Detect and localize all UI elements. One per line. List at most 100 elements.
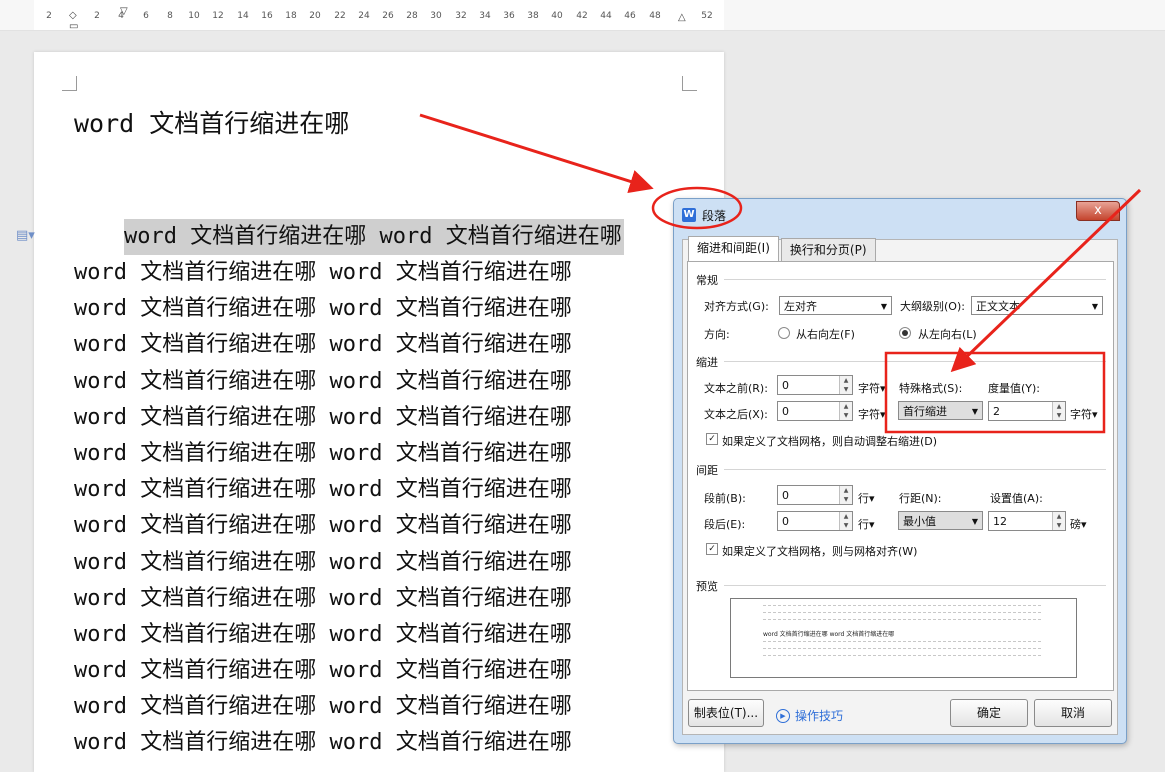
- close-button[interactable]: x: [1076, 201, 1120, 221]
- line-spacing-select[interactable]: 最小值 ▼: [898, 511, 983, 530]
- ruler-tick-label: 8: [167, 11, 173, 21]
- body-text-line[interactable]: word 文档首行缩进在哪 word 文档首行缩进在哪: [74, 364, 572, 400]
- right-indent-marker-icon[interactable]: △: [678, 12, 686, 23]
- body-text-line[interactable]: word 文档首行缩进在哪 word 文档首行缩进在哪: [74, 291, 572, 327]
- spinner-arrows-icon[interactable]: ▲ ▼: [1052, 402, 1065, 420]
- auto-adjust-right-indent-checkbox[interactable]: ✓: [706, 433, 718, 445]
- tab-line-page-breaks[interactable]: 换行和分页(P): [780, 238, 876, 261]
- dialog-tabs: 缩进和间距(I) 换行和分页(P): [688, 236, 878, 261]
- ruler-tick-label: 2: [46, 11, 52, 21]
- body-text-line[interactable]: word 文档首行缩进在哪 word 文档首行缩进在哪: [74, 617, 572, 653]
- ok-button[interactable]: 确定: [950, 699, 1028, 727]
- preview-line: [763, 641, 1041, 644]
- special-format-label: 特殊格式(S):: [899, 382, 963, 395]
- cancel-button[interactable]: 取消: [1034, 699, 1112, 727]
- space-after-unit[interactable]: 行▾: [858, 516, 875, 532]
- ruler-tick-label: 30: [430, 11, 442, 21]
- body-text-line[interactable]: word 文档首行缩进在哪 word 文档首行缩进在哪: [74, 545, 572, 581]
- snap-to-grid-checkbox[interactable]: ✓: [706, 543, 718, 555]
- indent-after-input[interactable]: 0 ▲ ▼: [777, 401, 853, 421]
- ruler-tick-label: 36: [503, 11, 515, 21]
- indent-before-unit[interactable]: 字符▾: [858, 380, 886, 396]
- body-text-line[interactable]: word 文档首行缩进在哪 word 文档首行缩进在哪: [74, 327, 572, 363]
- body-text-line[interactable]: word 文档首行缩进在哪 word 文档首行缩进在哪: [74, 689, 572, 725]
- tab-indent-spacing[interactable]: 缩进和间距(I): [688, 236, 779, 261]
- direction-label: 方向:: [704, 328, 730, 341]
- spinner-arrows-icon[interactable]: ▲ ▼: [1052, 512, 1065, 530]
- ltr-radio[interactable]: [899, 327, 911, 339]
- alignment-value: 左对齐: [784, 300, 817, 313]
- outline-level-label: 大纲级别(O):: [900, 300, 965, 313]
- section-spacing-title: 间距: [696, 464, 718, 477]
- ruler-tick-label: 28: [406, 11, 418, 21]
- indent-after-unit[interactable]: 字符▾: [858, 406, 886, 422]
- chevron-down-icon: ▼: [971, 517, 978, 526]
- left-indent-marker-icon[interactable]: ◇ ▭: [69, 10, 78, 32]
- spinner-arrows-icon[interactable]: ▲ ▼: [839, 402, 852, 420]
- section-preview-title: 预览: [696, 580, 718, 593]
- ruler-tick-label: 24: [358, 11, 370, 21]
- snap-to-grid-label[interactable]: 如果定义了文档网格，则与网格对齐(W): [722, 543, 917, 559]
- document-body-text[interactable]: word 文档首行缩进在哪 word 文档首行缩进在哪 word 文档首行缩进在哪…: [74, 255, 572, 762]
- spinner-arrows-icon[interactable]: ▲ ▼: [839, 512, 852, 530]
- section-divider: [724, 469, 1106, 470]
- horizontal-ruler[interactable]: 2 2 4 6 8 10 12 14 16 18 20 22 24 26 28 30 32 34 36 38 40 42 4…: [0, 0, 1165, 32]
- setting-value-unit[interactable]: 磅▾: [1070, 516, 1087, 532]
- space-after-input[interactable]: 0 ▲ ▼: [777, 511, 853, 531]
- section-divider: [724, 279, 1106, 280]
- play-icon: ▶: [776, 708, 790, 723]
- preview-sample-text: word 文档首行缩进在哪 word 文档首行缩进在哪: [763, 631, 895, 638]
- ruler-tick-label: 32: [455, 11, 467, 21]
- section-divider: [724, 361, 1106, 362]
- measure-input[interactable]: 2 ▲ ▼: [988, 401, 1066, 421]
- body-text-line[interactable]: word 文档首行缩进在哪 word 文档首行缩进在哪: [74, 255, 572, 291]
- chevron-down-icon: ▼: [880, 302, 887, 311]
- spinner-arrows-icon[interactable]: ▲ ▼: [839, 486, 852, 504]
- ltr-radio-label[interactable]: 从左向右(L): [918, 326, 977, 342]
- body-text-line[interactable]: word 文档首行缩进在哪 word 文档首行缩进在哪: [74, 436, 572, 472]
- wps-writer-icon: W: [682, 208, 696, 222]
- auto-adjust-right-indent-label[interactable]: 如果定义了文档网格，则自动调整右缩进(D): [722, 433, 937, 449]
- rtl-radio-label[interactable]: 从右向左(F): [796, 326, 855, 342]
- ruler-tick-label: 6: [143, 11, 149, 21]
- dialog-title-bar[interactable]: W 段落: [682, 205, 726, 225]
- tips-link[interactable]: ▶ 操作技巧: [776, 707, 843, 724]
- indent-before-input[interactable]: 0 ▲ ▼: [777, 375, 853, 395]
- ruler-tick-label: 44: [600, 11, 612, 21]
- special-format-select[interactable]: 首行缩进 ▼: [898, 401, 983, 420]
- tab-stops-button[interactable]: 制表位(T)...: [688, 699, 764, 727]
- special-format-value: 首行缩进: [903, 405, 947, 418]
- measure-unit[interactable]: 字符▾: [1070, 406, 1098, 422]
- body-text-line[interactable]: word 文档首行缩进在哪 word 文档首行缩进在哪: [74, 581, 572, 617]
- paragraph-marker-icon[interactable]: ▤▾: [16, 228, 35, 243]
- measure-label: 度量值(Y):: [988, 382, 1041, 395]
- selected-first-line[interactable]: word 文档首行缩进在哪 word 文档首行缩进在哪: [124, 219, 624, 255]
- first-line-indent-marker-icon[interactable]: ▽: [120, 6, 128, 17]
- body-text-line[interactable]: word 文档首行缩进在哪 word 文档首行缩进在哪: [74, 400, 572, 436]
- setting-value-input[interactable]: 12 ▲ ▼: [988, 511, 1066, 531]
- chevron-down-icon: ▼: [1091, 302, 1098, 311]
- space-before-value: 0: [782, 489, 789, 502]
- body-text-line[interactable]: word 文档首行缩进在哪 word 文档首行缩进在哪: [74, 472, 572, 508]
- line-spacing-label: 行距(N):: [899, 492, 942, 505]
- body-text-line[interactable]: word 文档首行缩进在哪 word 文档首行缩进在哪: [74, 653, 572, 689]
- alignment-select[interactable]: 左对齐 ▼: [779, 296, 892, 315]
- document-page[interactable]: word 文档首行缩进在哪 word 文档首行缩进在哪 word 文档首行缩进在…: [34, 52, 724, 772]
- body-text-line[interactable]: word 文档首行缩进在哪 word 文档首行缩进在哪: [74, 725, 572, 761]
- ruler-tick-label: 38: [527, 11, 539, 21]
- paragraph-dialog: W 段落 x 缩进和间距(I) 换行和分页(P) 常规 对齐方式(G): 左对齐…: [673, 198, 1127, 744]
- space-before-unit[interactable]: 行▾: [858, 490, 875, 506]
- document-heading[interactable]: word 文档首行缩进在哪: [74, 104, 349, 140]
- outline-level-select[interactable]: 正文文本 ▼: [971, 296, 1103, 315]
- ruler-tick-label: 46: [624, 11, 636, 21]
- ruler-tick-label: 42: [576, 11, 588, 21]
- rtl-radio[interactable]: [778, 327, 790, 339]
- ruler-tick-label: 22: [334, 11, 346, 21]
- ruler-tick-label: 14: [237, 11, 249, 21]
- spinner-arrows-icon[interactable]: ▲ ▼: [839, 376, 852, 394]
- ruler-tick-label: 34: [479, 11, 491, 21]
- tab-panel-indent-spacing: 常规 对齐方式(G): 左对齐 ▼ 大纲级别(O): 正文文本 ▼ 方向: 从右…: [687, 261, 1114, 691]
- tips-link-label: 操作技巧: [795, 709, 844, 723]
- space-before-input[interactable]: 0 ▲ ▼: [777, 485, 853, 505]
- body-text-line[interactable]: word 文档首行缩进在哪 word 文档首行缩进在哪: [74, 508, 572, 544]
